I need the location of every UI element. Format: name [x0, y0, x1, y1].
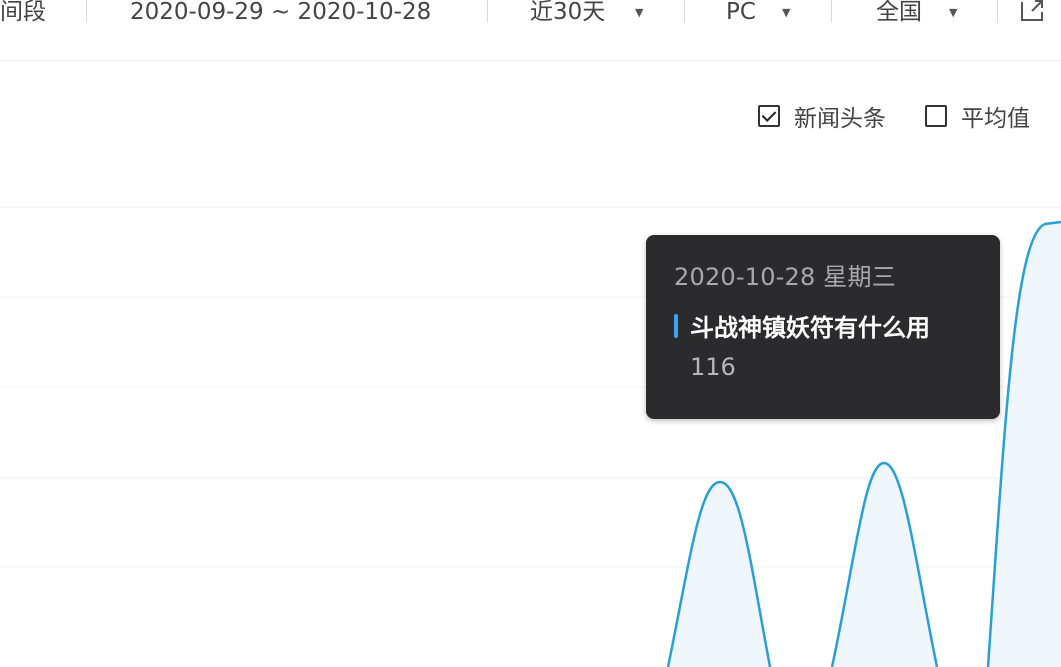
chevron-down-icon[interactable]: ▼	[782, 6, 790, 19]
separator	[487, 0, 488, 22]
divider	[0, 60, 1061, 61]
external-link-icon[interactable]	[1019, 0, 1045, 22]
area-fill	[832, 463, 937, 667]
device-select[interactable]: PC	[726, 0, 756, 28]
time-range-label: 间段	[0, 0, 46, 25]
tooltip-series-name: 斗战神镇妖符有什么用	[690, 314, 930, 342]
tooltip-value: 116	[690, 353, 736, 381]
checkbox-unchecked-icon[interactable]	[925, 105, 947, 127]
series-marker	[674, 313, 678, 338]
separator	[831, 0, 832, 22]
legend-item-news[interactable]: 新闻头条	[758, 102, 886, 132]
legend-item-average[interactable]: 平均值	[925, 102, 1030, 132]
chevron-down-icon[interactable]: ▼	[949, 6, 957, 19]
separator	[684, 0, 685, 22]
period-select[interactable]: 近30天	[530, 0, 605, 28]
region-select[interactable]: 全国	[876, 0, 922, 28]
checkbox-checked-icon[interactable]	[758, 105, 780, 127]
filter-bar: 间段 2020-09-29 ~ 2020-10-28 近30天 ▼ PC ▼ 全…	[0, 0, 1061, 40]
separator	[997, 0, 998, 22]
area-fill	[668, 482, 770, 667]
chart-tooltip: 2020-10-28 星期三 斗战神镇妖符有什么用 116	[646, 235, 1000, 419]
tooltip-date: 2020-10-28 星期三	[674, 263, 896, 291]
date-range-picker[interactable]: 2020-09-29 ~ 2020-10-28	[130, 0, 431, 28]
separator	[86, 0, 87, 22]
legend-label: 平均值	[961, 106, 1030, 132]
legend-label: 新闻头条	[794, 106, 886, 132]
chevron-down-icon[interactable]: ▼	[635, 6, 643, 19]
